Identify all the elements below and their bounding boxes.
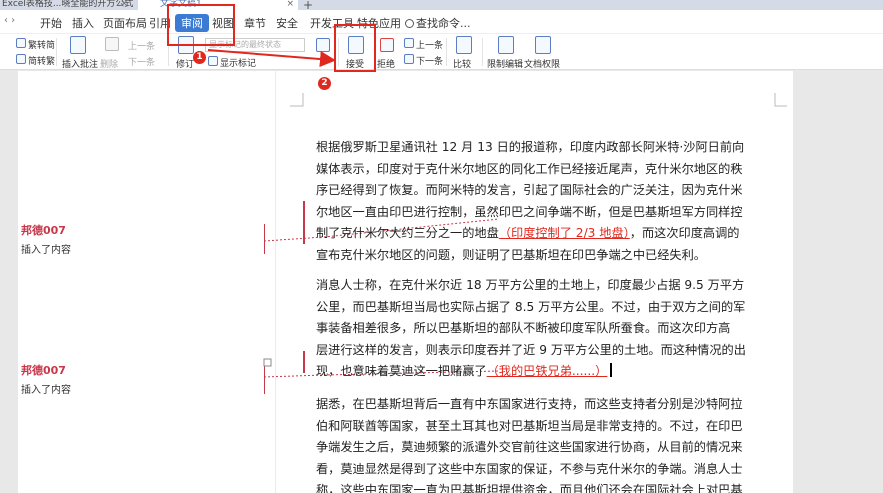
accept-button[interactable]: 接受 <box>346 57 364 70</box>
close-icon[interactable]: × <box>120 0 128 9</box>
show-markup-icon <box>208 56 218 66</box>
menu-references[interactable]: 引用 <box>149 15 171 31</box>
show-markup-button[interactable]: 显示标记 <box>220 56 256 69</box>
text-run: 制了克什米尔大约三分之一的地盘 <box>316 226 499 240</box>
markup-mode-value: 显示标记的最终状态 <box>209 40 281 49</box>
paragraph-2: 消息人士称，在克什米尔近 18 万平方公里的土地上，印度最少占据 9.5 万平方… <box>316 275 786 383</box>
simp-to-trad-button[interactable]: 简转繁 <box>28 54 55 67</box>
text-line: 据悉，在巴基斯坦背后一直有中东国家进行支持，而这些支持者分别是沙特阿拉 <box>316 397 743 411</box>
toolbar-divider <box>338 38 339 66</box>
text-line: 根据俄罗斯卫星通讯社 12 月 13 日的报道称，印度内政部长阿米特·沙阿日前向 <box>316 140 745 154</box>
revision-balloon[interactable]: 邦德007 插入了内容 <box>21 362 261 396</box>
prev-comment-button[interactable]: 上一条 <box>128 39 155 52</box>
delete-button[interactable]: 删除 <box>100 57 118 70</box>
inserted-text[interactable]: （我的巴铁兄弟......） <box>487 364 608 378</box>
text-line: 层进行这样的发言，则表示印度吞并了近 9 万平方公里的土地。而这种情况的出 <box>316 342 746 357</box>
insert-comment-button[interactable]: 插入批注 <box>62 57 98 70</box>
text-run: ，而这次印度高调的 <box>629 226 740 240</box>
inserted-text[interactable]: （印度控制了 2/3 地盘） <box>499 226 630 240</box>
tab-label: 文字文稿1 <box>160 0 202 9</box>
menu-developer[interactable]: 开发工具 <box>310 15 354 31</box>
markup-mode-select[interactable]: 显示标记的最终状态 <box>205 38 305 52</box>
revision-pane: 邦德007 插入了内容 邦德007 插入了内容 <box>18 71 276 493</box>
text-line: 尔地区一直由印巴进行控制，虽然印巴之间争端不断，但是巴基斯坦军方同样控 <box>316 204 743 219</box>
search-icon <box>405 19 414 28</box>
menu-view[interactable]: 视图 <box>212 15 234 31</box>
compare-button[interactable]: 比较 <box>453 57 471 70</box>
menu-home[interactable]: 开始 <box>40 15 62 31</box>
document-canvas: 邦德007 插入了内容 邦德007 插入了内容 根据俄罗斯卫星通讯社 12 月 <box>0 71 883 493</box>
text-line: 事装备相差很多，所以巴基斯坦的部队不断被印度军队所蚕食。而这次印方高 <box>316 321 731 335</box>
text-line: 伯和阿联酋等国家，甚至土耳其也对巴基斯坦当局是非常支持的。不过，在印巴 <box>316 418 743 433</box>
menu-security[interactable]: 安全 <box>276 15 298 31</box>
toolbar-divider <box>56 38 57 66</box>
reject-icon <box>380 38 394 52</box>
prev-change-button[interactable]: 上一条 <box>416 38 443 51</box>
toolbar-divider <box>482 38 483 66</box>
tab-current-doc[interactable]: 文字文稿1 × <box>138 0 298 10</box>
text-line: 现，也意味着莫迪这一把赌赢了（我的巴铁兄弟......） <box>316 361 786 383</box>
next-comment-button[interactable]: 下一条 <box>128 55 155 68</box>
revision-description: 插入了内容 <box>21 385 71 396</box>
text-line: 宣布克什米尔地区的问题，则证明了巴基斯坦在印巴争端之中已经失利。 <box>316 247 706 262</box>
review-toolbar: 繁转简 简转繁 插入批注 删除 上一条 下一条 修订 显示标记的最终状态 显示标… <box>0 34 883 70</box>
new-tab-button[interactable]: + <box>303 0 313 10</box>
prev-change-icon <box>404 38 414 48</box>
text-line: 看，莫迪显然是得到了这些中东国家的保证，不参与克什米尔的争端。消息人士 <box>316 461 743 476</box>
text-cursor <box>610 363 612 377</box>
document-permissions-icon <box>535 36 551 54</box>
text-line: 序已经得到了恢复。而阿米特的发言，引起了国际社会的广泛关注，因为克什米 <box>316 183 743 197</box>
crop-mark <box>290 93 304 107</box>
track-changes-button[interactable]: 修订 <box>176 57 194 70</box>
menu-review[interactable]: 审阅 <box>175 14 209 32</box>
accept-icon <box>348 36 364 54</box>
menu-features[interactable]: 特色应用 <box>357 15 401 31</box>
next-change-button[interactable]: 下一条 <box>416 54 443 67</box>
revision-description: 插入了内容 <box>21 245 71 256</box>
delete-icon <box>105 37 119 51</box>
text-line: 媒体表示，印度对于克什米尔地区的同化工作已经接近尾声，克什米尔地区的秩 <box>316 161 743 176</box>
text-run: 现，也意味着莫迪这一把赌赢了 <box>316 364 487 378</box>
text-line: 公里，而巴基斯坦当局也实际占据了 8.5 万平方公里。不过，由于双方之间的军 <box>316 299 746 314</box>
menu-page-layout[interactable]: 页面布局 <box>103 15 147 31</box>
paragraph-1: 根据俄罗斯卫星通讯社 12 月 13 日的报道称，印度内政部长阿米特·沙阿日前向… <box>316 137 786 266</box>
restrict-editing-button[interactable]: 限制编辑 <box>487 57 523 70</box>
comment-anchor-icon <box>263 358 272 367</box>
simp-to-trad-icon <box>16 54 26 64</box>
revision-balloon[interactable]: 邦德007 插入了内容 <box>21 222 261 256</box>
menu-nav-arrows[interactable]: ‹ › <box>4 15 15 26</box>
paragraph-3: 据悉，在巴基斯坦背后一直有中东国家进行支持，而这些支持者分别是沙特阿拉 伯和阿联… <box>316 394 786 493</box>
trad-to-simp-button[interactable]: 繁转简 <box>28 38 55 51</box>
trad-to-simp-icon <box>16 38 26 48</box>
command-search[interactable]: 查找命令... <box>405 15 471 31</box>
tab-excel-doc[interactable]: Excel表格技...晓全能的开方公式 × <box>0 0 134 10</box>
next-change-icon <box>404 54 414 64</box>
tab-label: Excel表格技...晓全能的开方公式 <box>2 0 134 9</box>
insert-comment-icon <box>70 36 86 54</box>
revision-author: 邦德007 <box>21 224 66 237</box>
text-line: 争端发生之后，莫迪频繁的派遣外交官前往这些国家进行协商，从目前的情况来 <box>316 440 743 454</box>
text-line: 称，这些中东国家一直为巴基斯坦提供资金，而且他们还会在国际社会上对巴基 <box>316 483 743 493</box>
text-line: 制了克什米尔大约三分之一的地盘（印度控制了 2/3 地盘），而这次印度高调的 <box>316 223 786 245</box>
menu-insert[interactable]: 插入 <box>72 15 94 31</box>
text-line: 消息人士称，在克什米尔近 18 万平方公里的土地上，印度最少占据 9.5 万平方 <box>316 278 745 292</box>
document-permissions-button[interactable]: 文档权限 <box>524 57 560 70</box>
command-search-label: 查找命令... <box>416 17 471 30</box>
review-pane-icon[interactable] <box>316 38 330 52</box>
reject-button[interactable]: 拒绝 <box>377 57 395 70</box>
title-bar: Excel表格技...晓全能的开方公式 × 文字文稿1 × + <box>0 0 883 10</box>
menu-section[interactable]: 章节 <box>244 15 266 31</box>
toolbar-divider <box>168 38 169 66</box>
document-page[interactable]: 邦德007 插入了内容 邦德007 插入了内容 根据俄罗斯卫星通讯社 12 月 <box>18 71 793 493</box>
close-icon[interactable]: × <box>286 0 294 9</box>
compare-icon <box>456 36 472 54</box>
crop-mark <box>774 93 787 107</box>
restrict-editing-icon <box>498 36 514 54</box>
revision-author: 邦德007 <box>21 364 66 377</box>
toolbar-divider <box>446 38 447 66</box>
track-changes-icon <box>178 36 194 54</box>
menu-bar: ‹ › 开始 插入 页面布局 引用 审阅 视图 章节 安全 开发工具 特色应用 … <box>0 10 883 34</box>
